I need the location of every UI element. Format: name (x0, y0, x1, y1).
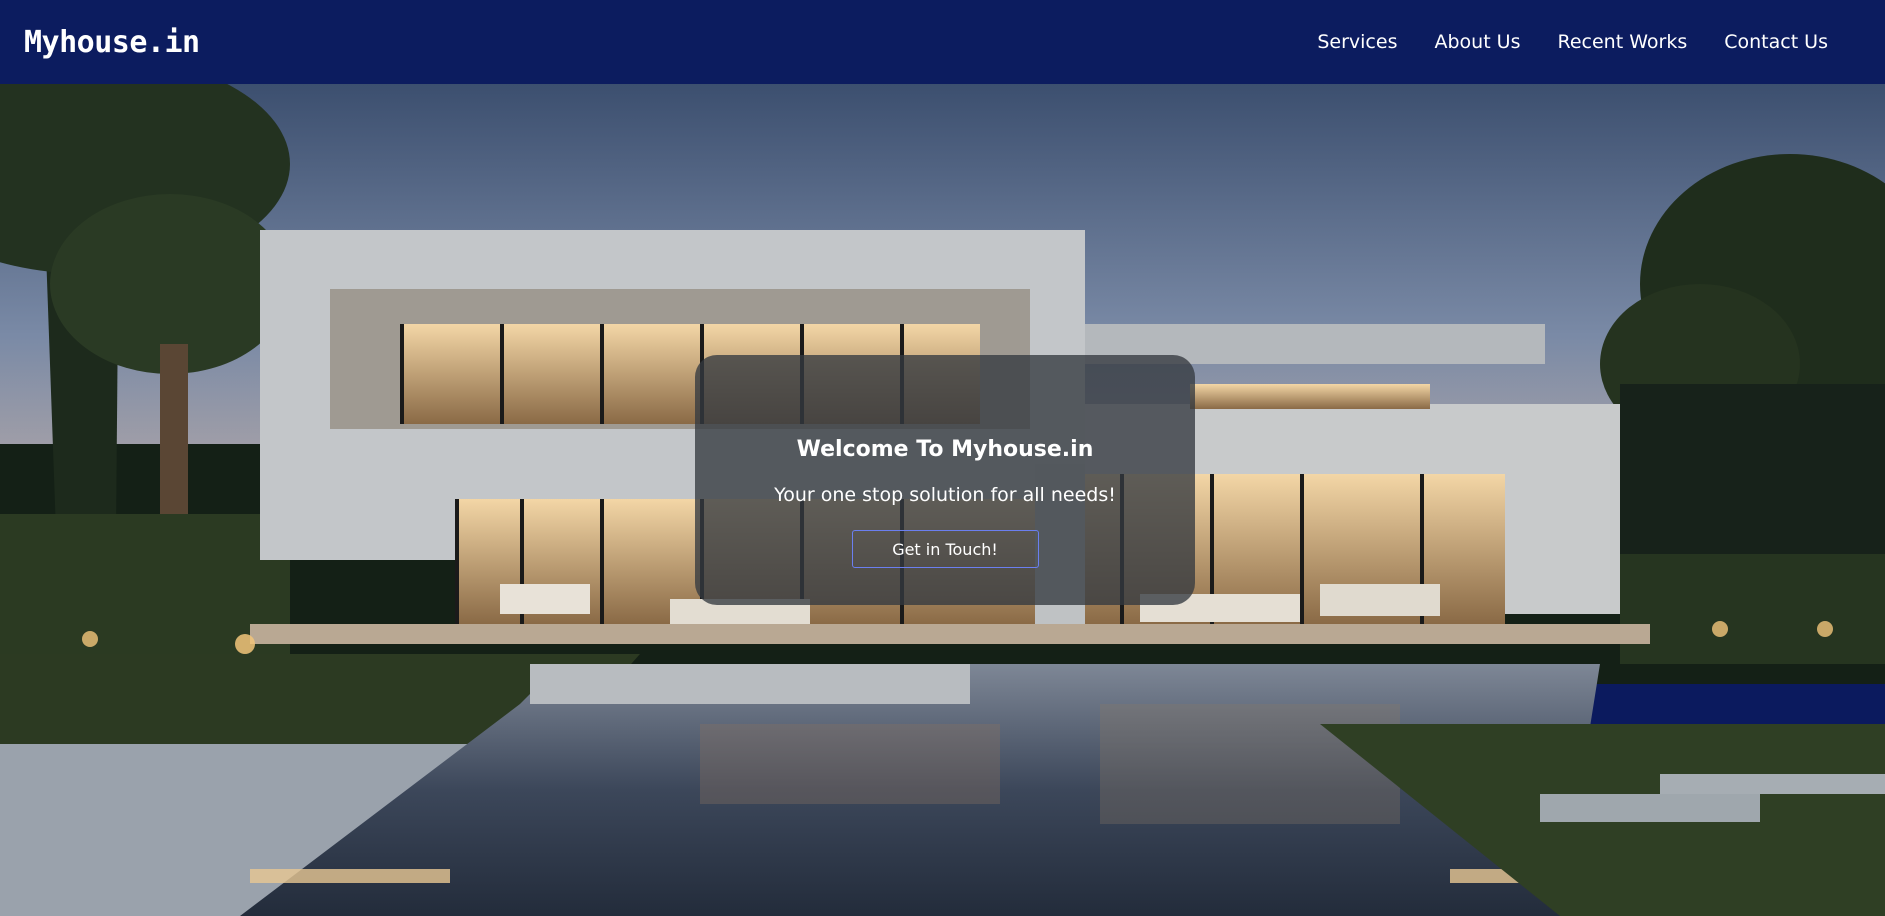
brand-logo[interactable]: Myhouse.in (24, 25, 200, 60)
welcome-title: Welcome To Myhouse.in (796, 437, 1094, 462)
welcome-card: Welcome To Myhouse.in Your one stop solu… (695, 355, 1195, 605)
nav-link-services[interactable]: Services (1317, 31, 1397, 53)
hero-section: Welcome To Myhouse.in Your one stop solu… (0, 84, 1885, 916)
nav-links: Services About Us Recent Works Contact U… (1317, 31, 1828, 53)
nav-link-about-us[interactable]: About Us (1434, 31, 1520, 53)
nav-link-contact-us[interactable]: Contact Us (1724, 31, 1828, 53)
nav-link-recent-works[interactable]: Recent Works (1558, 31, 1688, 53)
welcome-subtitle: Your one stop solution for all needs! (774, 484, 1116, 506)
navbar: Myhouse.in Services About Us Recent Work… (0, 0, 1885, 84)
get-in-touch-button[interactable]: Get in Touch! (851, 530, 1039, 568)
